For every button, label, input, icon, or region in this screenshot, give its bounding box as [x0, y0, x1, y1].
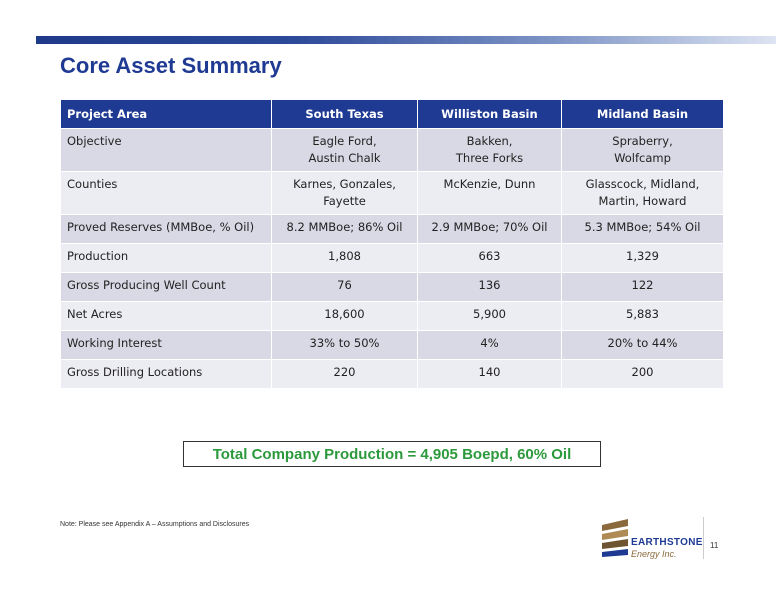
table-cell: 4% [417, 330, 562, 360]
column-header: Midland Basin [561, 99, 724, 129]
cell-line: 2.9 MMBoe; 70% Oil [431, 220, 548, 234]
column-header: Project Area [60, 99, 272, 129]
row-label: Objective [60, 128, 272, 172]
row-label: Net Acres [60, 301, 272, 331]
earthstone-logo-icon [602, 519, 628, 557]
table-cell: 20% to 44% [561, 330, 724, 360]
page-number: 11 [710, 541, 719, 550]
row-label: Production [60, 243, 272, 273]
cell-line: 8.2 MMBoe; 86% Oil [286, 220, 403, 234]
page-title: Core Asset Summary [60, 53, 282, 78]
table-cell: 5,883 [561, 301, 724, 331]
row-label: Counties [60, 171, 272, 215]
table-cell: 5,900 [417, 301, 562, 331]
cell-line: 5,900 [473, 307, 506, 321]
cell-line: 140 [478, 365, 501, 379]
cell-line: 20% to 44% [607, 336, 678, 350]
table-cell: Glasscock, Midland, Martin, Howard [561, 171, 724, 215]
total-production-box: Total Company Production = 4,905 Boepd, … [183, 441, 601, 467]
cell-line: Spraberry, [612, 134, 673, 148]
total-production-text: Total Company Production = 4,905 Boepd, … [212, 445, 572, 463]
cell-line: Three Forks [455, 151, 524, 165]
logo-wordmark: EARTHSTONE [631, 537, 703, 548]
cell-line: 200 [631, 365, 654, 379]
company-logo: EARTHSTONE Energy Inc. [600, 517, 703, 565]
cell-line: 5.3 MMBoe; 54% Oil [584, 220, 701, 234]
row-label: Gross Producing Well Count [60, 272, 272, 302]
column-header: Williston Basin [417, 99, 562, 129]
row-label: Gross Drilling Locations [60, 359, 272, 389]
table-cell: Spraberry, Wolfcamp [561, 128, 724, 172]
table-body: Objective Eagle Ford, Austin Chalk Bakken, T… [60, 128, 724, 389]
table-cell: 663 [417, 243, 562, 273]
logo-divider [703, 517, 704, 559]
table-cell: 220 [271, 359, 418, 389]
row-label: Working Interest [60, 330, 272, 360]
cell-line: McKenzie, Dunn [443, 177, 536, 191]
header-gradient-bar [36, 36, 776, 44]
cell-line: Glasscock, Midland, [585, 177, 700, 191]
column-header: South Texas [271, 99, 418, 129]
table-cell: Eagle Ford, Austin Chalk [271, 128, 418, 172]
cell-line: 33% to 50% [309, 336, 380, 350]
row-label: Proved Reserves (MMBoe, % Oil) [60, 214, 272, 244]
cell-line: Karnes, Gonzales, [293, 177, 396, 191]
cell-line: Eagle Ford, [312, 134, 377, 148]
cell-line: Bakken, [466, 134, 513, 148]
table-row: Objective Eagle Ford, Austin Chalk Bakken, T… [60, 128, 724, 172]
table-cell: 1,808 [271, 243, 418, 273]
table-cell: 33% to 50% [271, 330, 418, 360]
table-row: Net Acres 18,600 5,900 5,883 [60, 301, 724, 331]
table-cell: 76 [271, 272, 418, 302]
table-cell: 136 [417, 272, 562, 302]
cell-line: 18,600 [324, 307, 365, 321]
cell-line: Martin, Howard [598, 194, 687, 208]
cell-line: 5,883 [626, 307, 659, 321]
cell-line: 663 [478, 249, 501, 263]
footnote: Note: Please see Appendix A – Assumption… [60, 521, 250, 528]
cell-line: Wolfcamp [614, 151, 671, 165]
table-row: Counties Karnes, Gonzales, Fayette McKenzie… [60, 171, 724, 215]
table-header-row: Project Area South Texas Williston Basin… [60, 99, 724, 129]
cell-line: 76 [337, 278, 352, 292]
cell-line: 136 [478, 278, 501, 292]
cell-line: 122 [631, 278, 654, 292]
table-cell: 200 [561, 359, 724, 389]
table-row: Gross Drilling Locations 220 140 200 [60, 359, 724, 389]
table-cell: 122 [561, 272, 724, 302]
cell-line: 4% [480, 336, 499, 350]
logo-subtitle: Energy Inc. [631, 549, 677, 559]
table-cell: 140 [417, 359, 562, 389]
asset-summary-table: Project Area South Texas Williston Basin… [60, 99, 724, 389]
table-cell: Bakken, Three Forks [417, 128, 562, 172]
table-cell: 18,600 [271, 301, 418, 331]
table-row: Gross Producing Well Count 76 136 122 [60, 272, 724, 302]
cell-line: 220 [333, 365, 356, 379]
table-cell: 1,329 [561, 243, 724, 273]
table-row: Production 1,808 663 1,329 [60, 243, 724, 273]
cell-line: 1,808 [328, 249, 361, 263]
table-row: Proved Reserves (MMBoe, % Oil) 8.2 MMBoe;… [60, 214, 724, 244]
table-cell: 8.2 MMBoe; 86% Oil [271, 214, 418, 244]
cell-line: Fayette [323, 194, 366, 208]
table-cell: Karnes, Gonzales, Fayette [271, 171, 418, 215]
table-cell: McKenzie, Dunn [417, 171, 562, 215]
table-row: Working Interest 33% to 50% 4% 20% to 44% [60, 330, 724, 360]
cell-line: Austin Chalk [308, 151, 381, 165]
table-cell: 2.9 MMBoe; 70% Oil [417, 214, 562, 244]
cell-line: 1,329 [626, 249, 659, 263]
table-cell: 5.3 MMBoe; 54% Oil [561, 214, 724, 244]
